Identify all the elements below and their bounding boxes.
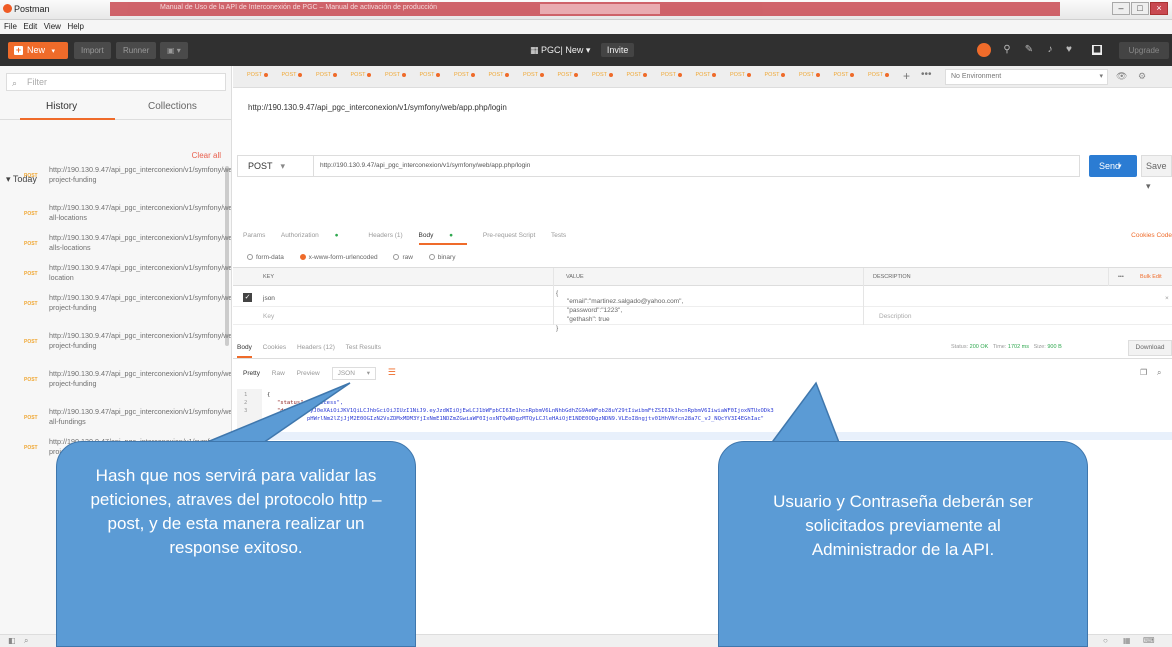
callout-right: Usuario y Contraseña deberán ser solicit… bbox=[718, 441, 1088, 647]
callout-right-tail bbox=[768, 381, 842, 446]
callout-left-text: Hash que nos servirá para validar las pe… bbox=[90, 466, 382, 557]
callout-left: Hash que nos servirá para validar las pe… bbox=[56, 441, 416, 647]
callout-left-tail bbox=[199, 382, 351, 446]
callout-right-text: Usuario y Contraseña deberán ser solicit… bbox=[773, 492, 1033, 559]
